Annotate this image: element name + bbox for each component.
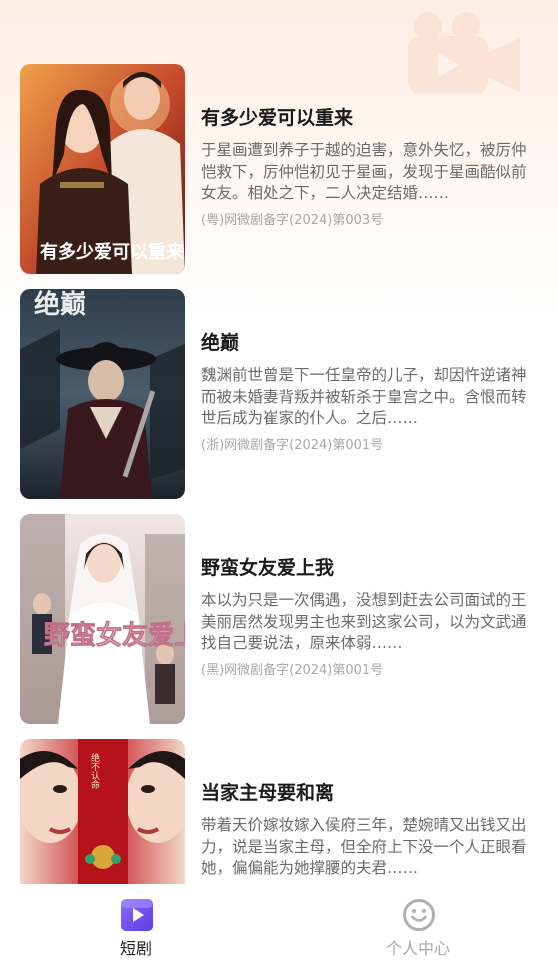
poster-title-text: 绝巅 — [34, 289, 86, 320]
drama-license: (粤)网微剧备字(2024)第003号 — [201, 212, 384, 228]
drama-title[interactable]: 野蛮女友爱上我 — [201, 554, 535, 582]
tab-label: 短剧 — [119, 939, 152, 958]
drama-description: 带着天价嫁妆嫁入侯府三年，楚婉晴又出钱又出力，说是当家主母，但全府上下没一个人正… — [201, 816, 527, 877]
play-icon — [121, 899, 153, 931]
drama-info: 当家主母要和离 带着天价嫁妆嫁入侯府三年，楚婉晴又出钱又出力，说是当家主母，但全… — [201, 779, 535, 880]
drama-description: 魏渊前世曾是下一任皇帝的儿子，却因忤逆诸神而被未婚妻背叛并被斩杀于皇宫之中。含恨… — [201, 366, 527, 427]
drama-license: (浙)网微剧备字(2024)第001号 — [201, 437, 384, 453]
app-screen: 有多少爱可以重来 有多少爱可以重来 于星画遭到养子于越的迫害，意外失忆，被厉仲恺… — [0, 0, 558, 969]
drama-info: 野蛮女友爱上我 本以为只是一次偶遇，没想到赶去公司面试的王美丽居然发现男主也来到… — [201, 554, 535, 681]
tab-personal-center[interactable]: 个人中心 — [318, 884, 518, 969]
poster-title-text: 绝不认命 — [89, 752, 100, 790]
drama-card[interactable]: 绝巅 绝巅 魏渊前世曾是下一任皇帝的儿子，却因忤逆诸神而被未婚妻背叛并被斩杀于皇… — [20, 289, 540, 499]
poster-title-text: 野蛮女友爱上我 — [44, 620, 185, 651]
poster-title-text: 有多少爱可以重来 — [40, 241, 185, 263]
drama-card[interactable]: 有多少爱可以重来 有多少爱可以重来 于星画遭到养子于越的迫害，意外失忆，被厉仲恺… — [20, 64, 540, 274]
drama-info: 绝巅 魏渊前世曾是下一任皇帝的儿子，却因忤逆诸神而被未婚妻背叛并被斩杀于皇宫之中… — [201, 329, 535, 456]
drama-info: 有多少爱可以重来 于星画遭到养子于越的迫害，意外失忆，被厉仲恺救下，厉仲恺初见于… — [201, 104, 535, 231]
poster-image: 野蛮女友爱上我 — [20, 514, 185, 724]
drama-poster[interactable]: 有多少爱可以重来 — [20, 64, 185, 274]
drama-title[interactable]: 有多少爱可以重来 — [201, 104, 535, 132]
poster-image: 绝不认命 — [20, 739, 185, 884]
poster-image: 绝巅 — [20, 289, 185, 499]
drama-list[interactable]: 有多少爱可以重来 有多少爱可以重来 于星画遭到养子于越的迫害，意外失忆，被厉仲恺… — [0, 64, 558, 884]
drama-title[interactable]: 当家主母要和离 — [201, 779, 535, 807]
drama-description: 于星画遭到养子于越的迫害，意外失忆，被厉仲恺救下，厉仲恺初见于星画，发现于星画酷… — [201, 141, 527, 202]
smile-icon — [403, 899, 435, 931]
bottom-tab-bar: 短剧 个人中心 — [0, 884, 558, 969]
drama-card[interactable]: 野蛮女友爱上我 野蛮女友爱上我 本以为只是一次偶遇，没想到赶去公司面试的王美丽居… — [20, 514, 540, 724]
drama-title[interactable]: 绝巅 — [201, 329, 535, 357]
drama-poster[interactable]: 绝巅 — [20, 289, 185, 499]
tab-short-drama[interactable]: 短剧 — [36, 884, 236, 969]
poster-image: 有多少爱可以重来 — [20, 64, 185, 274]
drama-poster[interactable]: 绝不认命 — [20, 739, 185, 884]
tab-label: 个人中心 — [385, 939, 450, 958]
drama-description: 本以为只是一次偶遇，没想到赶去公司面试的王美丽居然发现男主也来到这家公司，以为文… — [201, 591, 527, 652]
drama-card[interactable]: 绝不认命 当家主母要和离 带着天价嫁妆嫁入侯府三年，楚婉晴又出钱又出力，说是当家… — [20, 739, 540, 884]
drama-poster[interactable]: 野蛮女友爱上我 — [20, 514, 185, 724]
drama-license: (黑)网微剧备字(2024)第001号 — [201, 662, 384, 678]
